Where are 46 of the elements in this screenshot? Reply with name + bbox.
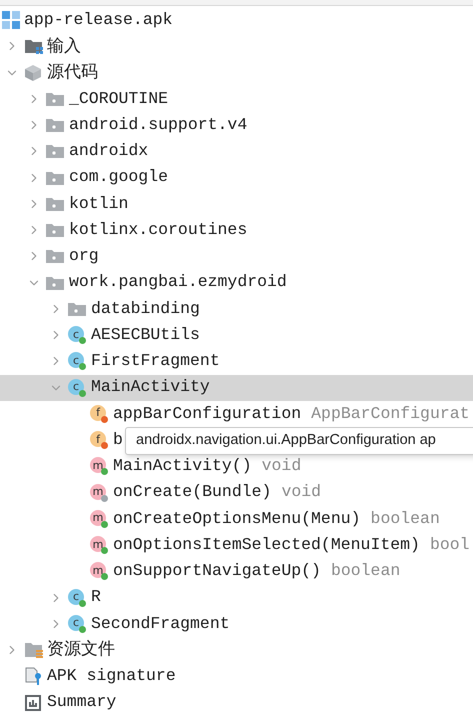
class-icon: c bbox=[68, 352, 84, 368]
class-icon: c bbox=[68, 326, 84, 342]
class-icon: c bbox=[68, 378, 84, 395]
method-icon: m bbox=[90, 536, 106, 552]
type-label: void bbox=[262, 455, 302, 477]
node-label: _COROUTINE bbox=[69, 88, 168, 110]
type-label: void bbox=[281, 481, 322, 504]
node-label: org bbox=[69, 245, 99, 267]
class-icon: c bbox=[68, 614, 84, 631]
node-label: app-release.apk bbox=[24, 8, 173, 31]
class-icon: c bbox=[68, 588, 84, 605]
node-label: onSupportNavigateUp() bbox=[113, 560, 321, 582]
method-icon: m bbox=[90, 562, 106, 578]
field-icon: f bbox=[90, 404, 106, 421]
type-label: AppBarConfigurat bbox=[311, 402, 470, 424]
node-label: MainActivity bbox=[91, 376, 210, 398]
node-label: MainActivity() bbox=[113, 455, 252, 477]
method-icon: m bbox=[90, 484, 106, 500]
node-label: kotlinx.coroutines bbox=[69, 218, 248, 241]
node-label: 输入 bbox=[47, 34, 81, 58]
node-label: kotlin bbox=[69, 192, 128, 214]
method-icon: m bbox=[90, 510, 106, 526]
type-label: bool bbox=[430, 534, 470, 556]
field-icon: f bbox=[90, 431, 106, 448]
node-label: appBarConfiguration bbox=[113, 402, 302, 424]
node-label: onCreateOptionsMenu(Menu) bbox=[113, 508, 361, 530]
type-label: boolean bbox=[370, 508, 440, 530]
node-label: androidx bbox=[69, 140, 148, 162]
node-label: databinding bbox=[91, 298, 200, 320]
node-label: onOptionsItemSelected(MenuItem) bbox=[113, 534, 420, 556]
node-label: SecondFragment bbox=[91, 612, 230, 634]
node-label: onCreate(Bundle) bbox=[113, 481, 272, 504]
method-icon: m bbox=[90, 457, 106, 474]
node-label: APK signature bbox=[47, 665, 176, 687]
node-label: R bbox=[91, 586, 101, 608]
node-label: b bbox=[113, 428, 123, 451]
node-label: 资源文件 bbox=[47, 638, 115, 662]
node-label: work.pangbai.ezmydroid bbox=[69, 271, 287, 294]
node-label: AESECBUtils bbox=[91, 324, 200, 346]
node-label: com.google bbox=[69, 166, 168, 188]
node-label: 源代码 bbox=[47, 60, 98, 84]
tooltip: androidx.navigation.ui.AppBarConfiguration ap bbox=[125, 427, 473, 455]
node-label: Summary bbox=[47, 691, 116, 714]
type-label: boolean bbox=[330, 560, 400, 582]
node-label: FirstFragment bbox=[91, 350, 220, 372]
node-label: android.support.v4 bbox=[69, 114, 248, 136]
